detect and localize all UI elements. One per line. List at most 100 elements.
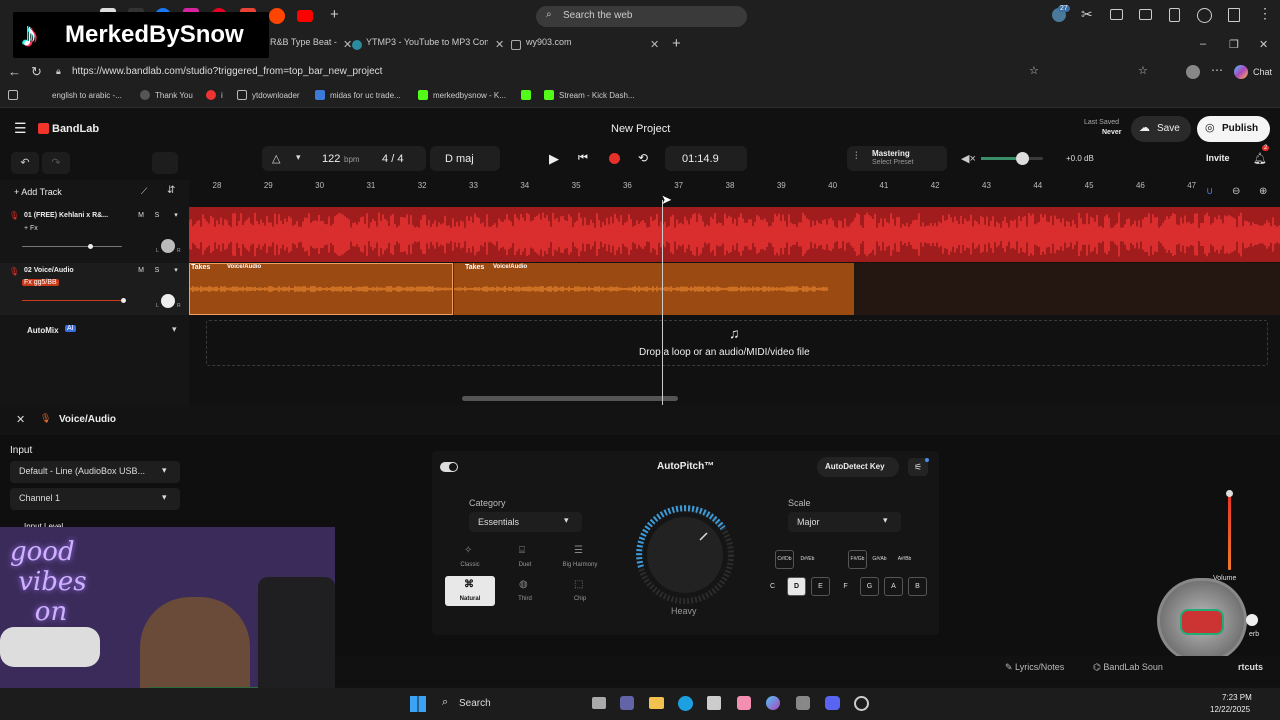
time-signature[interactable]: 4 / 4 bbox=[382, 153, 403, 165]
bookmark-thank-you[interactable]: Thank You bbox=[155, 91, 193, 100]
key-c-sharp[interactable]: C#/Db bbox=[775, 550, 794, 569]
copilot-icon[interactable] bbox=[766, 696, 780, 710]
key-e[interactable]: E bbox=[811, 577, 830, 596]
minimize-icon[interactable]: – bbox=[1200, 38, 1206, 50]
record-icon[interactable] bbox=[609, 153, 620, 164]
skip-back-icon[interactable]: ⏮︎ bbox=[578, 152, 588, 165]
screen-icon[interactable] bbox=[1139, 9, 1152, 20]
more-icon[interactable]: ⋮ bbox=[1258, 5, 1272, 22]
chevron-down-icon[interactable]: ▾ bbox=[171, 266, 181, 274]
track-1-pan-knob[interactable] bbox=[161, 239, 175, 253]
play-circle-icon[interactable] bbox=[1197, 8, 1212, 23]
bookmark-midas[interactable]: midas for uc trade... bbox=[330, 91, 401, 100]
star-icon[interactable]: ☆ bbox=[1029, 64, 1039, 77]
amount-knob[interactable] bbox=[633, 503, 745, 615]
key-c[interactable]: C bbox=[763, 577, 782, 596]
app-icon[interactable] bbox=[854, 696, 869, 711]
restore-icon[interactable]: ❐ bbox=[1229, 38, 1239, 51]
new-tab-icon[interactable]: + bbox=[672, 35, 681, 52]
key-g-sharp[interactable]: G#/Ab bbox=[870, 550, 889, 569]
track-1-fx[interactable]: + Fx bbox=[24, 225, 38, 232]
menu-icon[interactable]: ☰ bbox=[14, 120, 27, 137]
notes-icon[interactable] bbox=[1169, 8, 1180, 22]
undo-icon[interactable]: ↶ bbox=[11, 152, 39, 174]
bookmark-i[interactable]: i bbox=[221, 91, 223, 100]
scissors-icon[interactable]: ✂ bbox=[1081, 6, 1093, 23]
key-d[interactable]: D bbox=[787, 577, 806, 596]
chevron-down-icon[interactable]: ▾ bbox=[172, 324, 177, 335]
lyrics-notes-button[interactable]: ✎ Lyrics/Notes bbox=[1005, 662, 1064, 673]
url-field[interactable]: 🔒︎ https://www.bandlab.com/studio?trigge… bbox=[50, 63, 1010, 81]
edge-icon[interactable] bbox=[678, 696, 693, 711]
add-track-button[interactable]: + Add Track bbox=[14, 187, 62, 197]
track-2-volume-slider[interactable] bbox=[22, 298, 126, 303]
preset-classic[interactable]: ✧ Classic bbox=[445, 542, 495, 572]
mastering-button[interactable]: ⫶ Mastering Select Preset bbox=[847, 146, 947, 171]
close-window-icon[interactable]: ✕ bbox=[1259, 38, 1268, 51]
preset-big-harmony[interactable]: ☰ Big Harmony bbox=[555, 542, 605, 572]
profile-avatar[interactable] bbox=[1186, 65, 1200, 79]
bookmark-stream-kick[interactable]: Stream - Kick Dash... bbox=[559, 91, 635, 100]
track-1-volume-slider[interactable] bbox=[22, 244, 122, 249]
tempo-value[interactable]: 122 bbox=[322, 153, 340, 165]
loop-icon[interactable]: ⟲ bbox=[638, 151, 648, 165]
more-icon[interactable]: ⋯ bbox=[1211, 63, 1223, 77]
tab-wy903[interactable]: wy903.com bbox=[526, 37, 596, 55]
track-1-name[interactable]: 01 (FREE) Kehlani x R&... bbox=[24, 212, 108, 219]
chevron-down-icon[interactable]: ▾ bbox=[171, 211, 181, 219]
taskbar-search[interactable]: ⌕ Search bbox=[436, 693, 524, 715]
snap-magnet-icon[interactable]: ∪ bbox=[1206, 186, 1213, 197]
back-icon[interactable]: ← bbox=[8, 64, 21, 79]
bookmark-english-to-arabic[interactable]: english to arabic -... bbox=[52, 91, 122, 100]
preset-chip[interactable]: ⬚ Chip bbox=[555, 576, 605, 606]
input-device-select[interactable]: Default - Line (AudioBox USB... ▾ bbox=[10, 461, 180, 483]
key-d-sharp[interactable]: D#/Eb bbox=[798, 550, 817, 569]
key-a[interactable]: A bbox=[884, 577, 903, 596]
reddit-icon[interactable] bbox=[269, 8, 285, 24]
new-tab-plus-icon[interactable]: + bbox=[330, 6, 339, 23]
key-b[interactable]: B bbox=[908, 577, 927, 596]
bookmark-ytdownloader[interactable]: ytdownloader bbox=[252, 91, 300, 100]
track-2-header[interactable]: 🎙︎ 02 Voice/Audio M S ▾ Fx gg5/BB L R bbox=[0, 263, 189, 315]
app-icon[interactable] bbox=[737, 696, 751, 710]
track-1-volume-knob[interactable] bbox=[88, 244, 93, 249]
solo-button[interactable]: S bbox=[152, 212, 162, 219]
discord-icon[interactable] bbox=[825, 696, 840, 710]
copilot-icon[interactable] bbox=[1234, 65, 1248, 79]
timeline-ruler[interactable] bbox=[189, 180, 1200, 194]
windows-start-icon[interactable] bbox=[410, 696, 426, 712]
autopitch-toggle[interactable] bbox=[440, 462, 458, 472]
track-1-region[interactable] bbox=[188, 207, 1280, 262]
key-g[interactable]: G bbox=[860, 577, 879, 596]
publish-button[interactable]: ◎ Publish bbox=[1197, 116, 1270, 142]
play-icon[interactable]: ▶ bbox=[549, 151, 559, 167]
channel-select[interactable]: Channel 1 ▾ bbox=[10, 488, 180, 510]
tab-close-icon[interactable]: ✕ bbox=[650, 38, 659, 51]
scale-select[interactable]: Major ▾ bbox=[788, 512, 901, 532]
chevron-down-icon[interactable]: ▾ bbox=[296, 152, 301, 163]
bandlab-logo[interactable]: BandLab bbox=[52, 123, 99, 135]
zoom-in-icon[interactable]: ⊕ bbox=[1259, 186, 1267, 197]
track-2-pan-knob[interactable] bbox=[161, 294, 175, 308]
mute-speaker-icon[interactable]: ◀× bbox=[961, 152, 976, 165]
track-1-header[interactable]: 🎙︎ 01 (FREE) Kehlani x R&... M S ▾ + Fx … bbox=[0, 207, 189, 262]
key-f[interactable]: F bbox=[836, 577, 855, 596]
track-2-volume-knob[interactable] bbox=[121, 298, 126, 303]
bookmark-merkedbysnow[interactable]: merkedbysnow - K... bbox=[433, 91, 506, 100]
trash-icon[interactable] bbox=[1228, 8, 1240, 22]
master-volume-knob[interactable] bbox=[1016, 152, 1029, 165]
key-f-sharp[interactable]: F#/Gb bbox=[848, 550, 867, 569]
solo-button[interactable]: S bbox=[152, 267, 162, 274]
zoom-out-icon[interactable]: ⊖ bbox=[1232, 186, 1240, 197]
wand-icon[interactable]: ⟋ bbox=[141, 186, 147, 197]
store-icon[interactable] bbox=[707, 696, 721, 710]
invite-button[interactable]: Invite bbox=[1206, 153, 1230, 163]
file-explorer-icon[interactable] bbox=[649, 697, 664, 709]
mute-button[interactable]: M bbox=[136, 212, 146, 219]
chat-label[interactable]: Chat bbox=[1253, 67, 1272, 77]
tab-ytmp3[interactable]: YTMP3 - YouTube to MP3 Convert bbox=[366, 37, 488, 55]
playhead[interactable] bbox=[662, 200, 663, 405]
drop-zone[interactable]: ♫ Drop a loop or an audio/MIDI/video fil… bbox=[206, 320, 1268, 366]
voice-audio-clip[interactable]: Takes Voice/Audio Takes Voice/Audio bbox=[188, 263, 854, 315]
favorites-icon[interactable]: ☆ bbox=[1138, 64, 1148, 77]
